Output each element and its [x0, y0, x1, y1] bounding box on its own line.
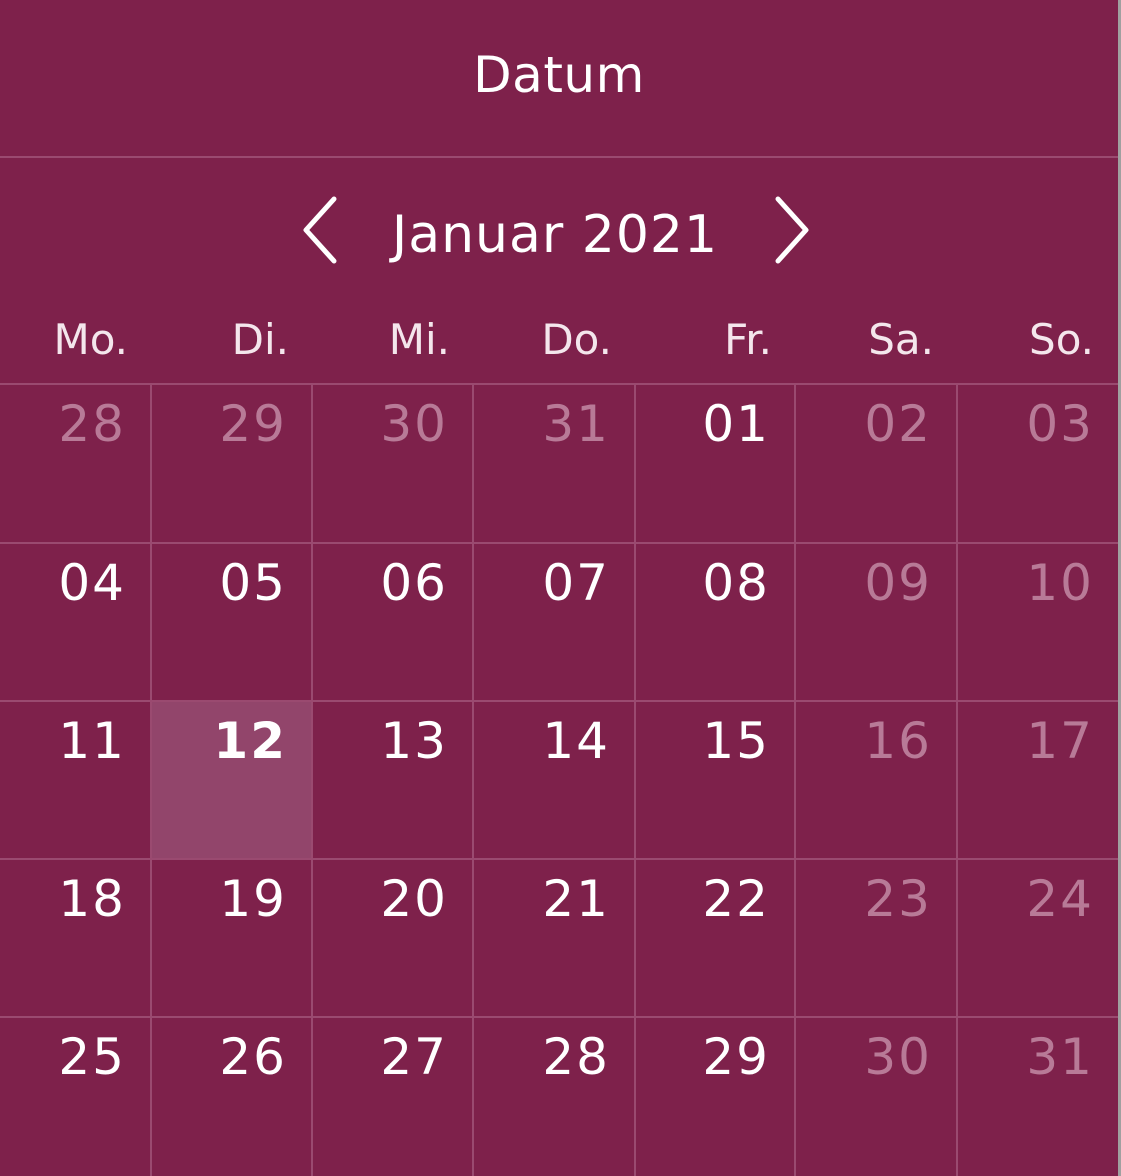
day-number: 25: [58, 1028, 126, 1086]
day-cell[interactable]: 10: [958, 544, 1118, 702]
day-number: 31: [1026, 1028, 1094, 1086]
day-cell[interactable]: 23: [796, 860, 958, 1018]
day-cell[interactable]: 17: [958, 702, 1118, 860]
day-number: 29: [219, 395, 287, 453]
day-number: 02: [864, 395, 932, 453]
day-cell[interactable]: 28: [474, 1018, 636, 1176]
day-number: 14: [542, 712, 610, 770]
day-number: 26: [219, 1028, 287, 1086]
day-cell[interactable]: 30: [313, 385, 474, 544]
day-number: 04: [58, 554, 126, 612]
day-number: 27: [380, 1028, 448, 1086]
day-cell[interactable]: 31: [958, 1018, 1118, 1176]
day-number: 24: [1026, 870, 1094, 928]
day-number: 13: [380, 712, 448, 770]
day-cell-selected[interactable]: 12: [152, 702, 313, 860]
day-cell[interactable]: 02: [796, 385, 958, 544]
day-number: 03: [1026, 395, 1094, 453]
day-cell[interactable]: 15: [636, 702, 796, 860]
day-number: 28: [542, 1028, 610, 1086]
day-cell[interactable]: 19: [152, 860, 313, 1018]
day-cell[interactable]: 08: [636, 544, 796, 702]
day-number: 17: [1026, 712, 1094, 770]
day-cell[interactable]: 01: [636, 385, 796, 544]
day-cell[interactable]: 31: [474, 385, 636, 544]
day-cell[interactable]: 26: [152, 1018, 313, 1176]
month-label: Januar 2021: [391, 205, 719, 265]
day-number: 07: [542, 554, 610, 612]
day-number: 23: [864, 870, 932, 928]
day-number: 30: [380, 395, 448, 453]
day-cell[interactable]: 06: [313, 544, 474, 702]
day-cell[interactable]: 28: [0, 385, 152, 544]
date-picker-header: Datum: [0, 0, 1118, 158]
day-number: 22: [702, 870, 770, 928]
day-number: 16: [864, 712, 932, 770]
day-cell[interactable]: 03: [958, 385, 1118, 544]
day-number: 29: [702, 1028, 770, 1086]
day-number: 12: [213, 712, 287, 770]
day-cell[interactable]: 13: [313, 702, 474, 860]
day-number: 21: [542, 870, 610, 928]
weekday-label: Mo.: [53, 315, 128, 364]
day-cell[interactable]: 04: [0, 544, 152, 702]
day-number: 28: [58, 395, 126, 453]
day-cell[interactable]: 07: [474, 544, 636, 702]
day-cell[interactable]: 27: [313, 1018, 474, 1176]
day-number: 08: [702, 554, 770, 612]
day-cell[interactable]: 14: [474, 702, 636, 860]
previous-month-button[interactable]: [290, 190, 350, 270]
date-picker: Datum Januar 2021 Mo. Di. Mi. Do. Fr. Sa. So. …: [0, 0, 1121, 1176]
day-cell[interactable]: 22: [636, 860, 796, 1018]
day-cell[interactable]: 25: [0, 1018, 152, 1176]
weekday-label: Mi.: [388, 315, 450, 364]
day-grid: 28 29 30 31 01 02 03 04 05 06 07 08 09 10 11 12 13 14 15 16…: [0, 383, 1118, 1176]
day-number: 05: [219, 554, 287, 612]
day-cell[interactable]: 29: [636, 1018, 796, 1176]
page-title: Datum: [473, 46, 645, 104]
day-number: 18: [58, 870, 126, 928]
day-cell[interactable]: 30: [796, 1018, 958, 1176]
day-cell[interactable]: 11: [0, 702, 152, 860]
chevron-right-icon: [775, 196, 809, 264]
day-cell[interactable]: 16: [796, 702, 958, 860]
day-number: 30: [864, 1028, 932, 1086]
day-cell[interactable]: 20: [313, 860, 474, 1018]
day-cell[interactable]: 24: [958, 860, 1118, 1018]
weekday-label: Do.: [541, 315, 612, 364]
day-number: 15: [702, 712, 770, 770]
day-cell[interactable]: 29: [152, 385, 313, 544]
day-cell[interactable]: 05: [152, 544, 313, 702]
day-number: 31: [542, 395, 610, 453]
weekday-label: Sa.: [868, 315, 934, 364]
chevron-left-icon: [303, 196, 337, 264]
weekday-label: Di.: [231, 315, 289, 364]
day-cell[interactable]: 21: [474, 860, 636, 1018]
day-number: 20: [380, 870, 448, 928]
day-number: 06: [380, 554, 448, 612]
next-month-button[interactable]: [762, 190, 822, 270]
day-number: 11: [58, 712, 126, 770]
day-number: 01: [702, 395, 770, 453]
day-cell[interactable]: 09: [796, 544, 958, 702]
day-number: 10: [1026, 554, 1094, 612]
day-cell[interactable]: 18: [0, 860, 152, 1018]
weekday-label: Fr.: [724, 315, 772, 364]
day-number: 09: [864, 554, 932, 612]
weekday-header-row: Mo. Di. Mi. Do. Fr. Sa. So.: [0, 305, 1118, 383]
day-number: 19: [219, 870, 287, 928]
month-navigation: Januar 2021: [0, 190, 1118, 280]
weekday-label: So.: [1029, 315, 1094, 364]
